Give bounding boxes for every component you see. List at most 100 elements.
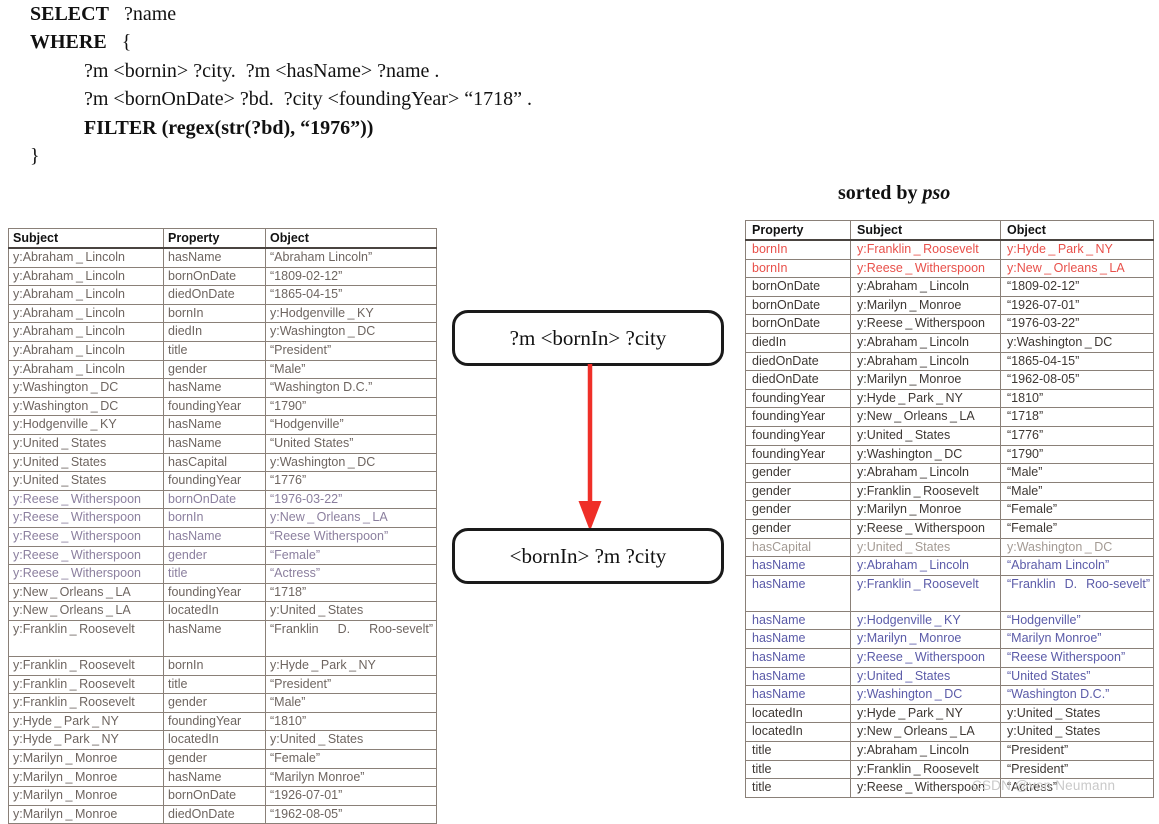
table-cell: y:United _ States bbox=[265, 601, 437, 621]
query-keyword: SELECT bbox=[30, 3, 109, 25]
table-cell: bornIn bbox=[163, 656, 266, 676]
table-cell: gender bbox=[163, 693, 266, 713]
table-cell: “1976-03-22” bbox=[1000, 314, 1154, 334]
table-cell: y:Washington _ DC bbox=[8, 396, 164, 417]
table-cell: y:Hyde _ Park _ NY bbox=[265, 656, 437, 676]
table-cell: “1810” bbox=[1000, 388, 1154, 409]
table-cell: y:Marilyn _ Monroe bbox=[8, 767, 164, 788]
table-row: y:Marilyn _ Monroe bornOnDate “1926-07-01” bbox=[8, 786, 437, 806]
table-row: y:New _ Orleans _ LA foundingYear “1718” bbox=[8, 582, 437, 603]
table-cell: y:New _ Orleans _ LA bbox=[8, 582, 164, 603]
table-row: y:Abraham _ Lincoln gender “Male” bbox=[8, 359, 437, 380]
table-cell: y:Franklin _ Roosevelt bbox=[8, 674, 164, 695]
table-cell: y:Abraham _ Lincoln bbox=[8, 266, 164, 287]
table-cell: “Hodgenville” bbox=[1000, 610, 1154, 631]
table-cell: hasName bbox=[745, 629, 851, 650]
table-cell: “1962-08-05” bbox=[265, 804, 437, 824]
table-row: foundingYear y:United _ States “1776” bbox=[745, 425, 1154, 446]
table-cell: foundingYear bbox=[745, 407, 851, 427]
table-cell: diedOnDate bbox=[163, 804, 266, 824]
table-cell: “Female” bbox=[265, 545, 437, 566]
table-cell: bornOnDate bbox=[163, 266, 266, 287]
table-cell: “1776” bbox=[1000, 425, 1154, 446]
table-cell: y:Washington _ DC bbox=[1000, 332, 1154, 353]
table-cell: “Hodgenville” bbox=[265, 415, 437, 435]
table-cell: y:United _ States bbox=[1000, 722, 1154, 743]
table-cell: “Female” bbox=[265, 749, 437, 769]
table-row: y:Hyde _ Park _ NY foundingYear “1810” bbox=[8, 711, 437, 732]
sorted-by-pso-caption: sorted by pso bbox=[838, 182, 950, 205]
table-row: y:United _ States foundingYear “1776” bbox=[8, 471, 437, 491]
table-row: foundingYear y:Washington _ DC “1790” bbox=[745, 444, 1154, 465]
table-cell: hasName bbox=[163, 247, 266, 268]
table-cell: y:Hodgenville _ KY bbox=[265, 303, 437, 324]
table-cell: hasName bbox=[745, 610, 851, 631]
table-cell: hasName bbox=[163, 526, 266, 547]
table-cell: foundingYear bbox=[163, 396, 266, 417]
table-row: y:Reese _ Witherspoon bornOnDate “1976-03-… bbox=[8, 489, 437, 510]
caption-emphasis: pso bbox=[922, 182, 951, 204]
table-cell: “1718” bbox=[1000, 407, 1154, 427]
table-row: gender y:Reese _ Witherspoon “Female” bbox=[745, 518, 1154, 539]
table-cell: y:New _ Orleans _ LA bbox=[1000, 258, 1154, 279]
table-row: y:Hyde _ Park _ NY locatedIn y:United _ St… bbox=[8, 730, 437, 751]
table-cell: y:Franklin _ Roosevelt bbox=[8, 656, 164, 676]
table-cell: diedIn bbox=[745, 332, 851, 353]
table-cell: y:Marilyn _ Monroe bbox=[850, 295, 1001, 316]
table-cell: “United States” bbox=[265, 433, 437, 454]
spo-table-body: y:Abraham _ Lincoln hasName “Abraham Linco… bbox=[8, 247, 437, 824]
table-row: bornOnDate y:Reese _ Witherspoon “1976-03-… bbox=[745, 314, 1154, 334]
table-cell: y:Reese _ Witherspoon bbox=[850, 314, 1001, 334]
table-row: y:United _ States hasCapital y:Washington … bbox=[8, 452, 437, 473]
table-cell: y:New _ Orleans _ LA bbox=[850, 407, 1001, 427]
table-cell: “President” bbox=[265, 340, 437, 361]
table-cell: y:Abraham _ Lincoln bbox=[850, 741, 1001, 761]
table-cell: gender bbox=[163, 749, 266, 769]
table-cell: “Male” bbox=[265, 693, 437, 713]
table-cell: locatedIn bbox=[745, 722, 851, 743]
table-cell: “Franklin D. Roo-​sevelt” bbox=[1000, 574, 1154, 612]
table-cell: title bbox=[745, 759, 851, 780]
table-cell: “United States” bbox=[1000, 666, 1154, 687]
table-cell: “Washington D.C.” bbox=[1000, 685, 1154, 705]
table-cell: title bbox=[163, 674, 266, 695]
table-cell: “Franklin D. Roo-​sevelt” bbox=[265, 619, 437, 658]
table-cell: y:Washington _ DC bbox=[850, 685, 1001, 705]
table-cell: y:Abraham _ Lincoln bbox=[8, 322, 164, 342]
table-row: y:New _ Orleans _ LA locatedIn y:United _ … bbox=[8, 601, 437, 621]
table-row: title y:Abraham _ Lincoln “President” bbox=[745, 741, 1154, 761]
table-cell: “Female” bbox=[1000, 518, 1154, 539]
query-text: } bbox=[30, 144, 40, 167]
node-bottom-label: <bornIn> ?m ?city bbox=[509, 543, 667, 568]
table-cell: “Actress” bbox=[265, 564, 437, 584]
table-cell: y:Franklin _ Roosevelt bbox=[850, 574, 1001, 612]
table-row: y:Reese _ Witherspoon hasName “Reese Withe… bbox=[8, 526, 437, 547]
table-cell: y:Washington _ DC bbox=[8, 378, 164, 398]
table-cell: y:Abraham _ Lincoln bbox=[8, 247, 164, 268]
table-row: bornOnDate y:Marilyn _ Monroe “1926-07-01” bbox=[745, 295, 1154, 316]
table-row: y:Abraham _ Lincoln bornOnDate “1809-02-12… bbox=[8, 266, 437, 287]
column-header-property: Property bbox=[163, 228, 266, 249]
column-header-subject: Subject bbox=[850, 220, 1001, 241]
table-cell: bornOnDate bbox=[163, 489, 266, 510]
table-cell: “1776” bbox=[265, 471, 437, 491]
query-keyword: FILTER (regex(str(?bd), “1976”)) bbox=[84, 116, 374, 139]
table-cell: y:Abraham _ Lincoln bbox=[850, 277, 1001, 297]
table-cell: “1926-07-01” bbox=[265, 786, 437, 806]
pso-table-body: bornIn y:Franklin _ Roosevelt y:Hyde _ Par… bbox=[745, 239, 1154, 798]
table-cell: “1926-07-01” bbox=[1000, 295, 1154, 316]
table-cell: “Marilyn Monroe” bbox=[265, 767, 437, 788]
table-cell: gender bbox=[745, 500, 851, 520]
table-cell: “President” bbox=[1000, 759, 1154, 780]
table-cell: y:Franklin _ Roosevelt bbox=[8, 619, 164, 658]
table-cell: y:Reese _ Witherspoon bbox=[8, 564, 164, 584]
table-cell: “Abraham Lincoln” bbox=[265, 247, 437, 268]
table-cell: hasName bbox=[745, 685, 851, 705]
table-cell: y:Franklin _ Roosevelt bbox=[850, 759, 1001, 780]
table-cell: diedIn bbox=[163, 322, 266, 342]
table-cell: y:United _ States bbox=[1000, 703, 1154, 724]
table-cell: y:Reese _ Witherspoon bbox=[850, 518, 1001, 539]
query-text: ?m <bornOnDate> ?bd. ?city <foundingYear… bbox=[84, 88, 532, 111]
table-cell: foundingYear bbox=[163, 711, 266, 732]
table-cell: “1809-02-12” bbox=[1000, 277, 1154, 297]
